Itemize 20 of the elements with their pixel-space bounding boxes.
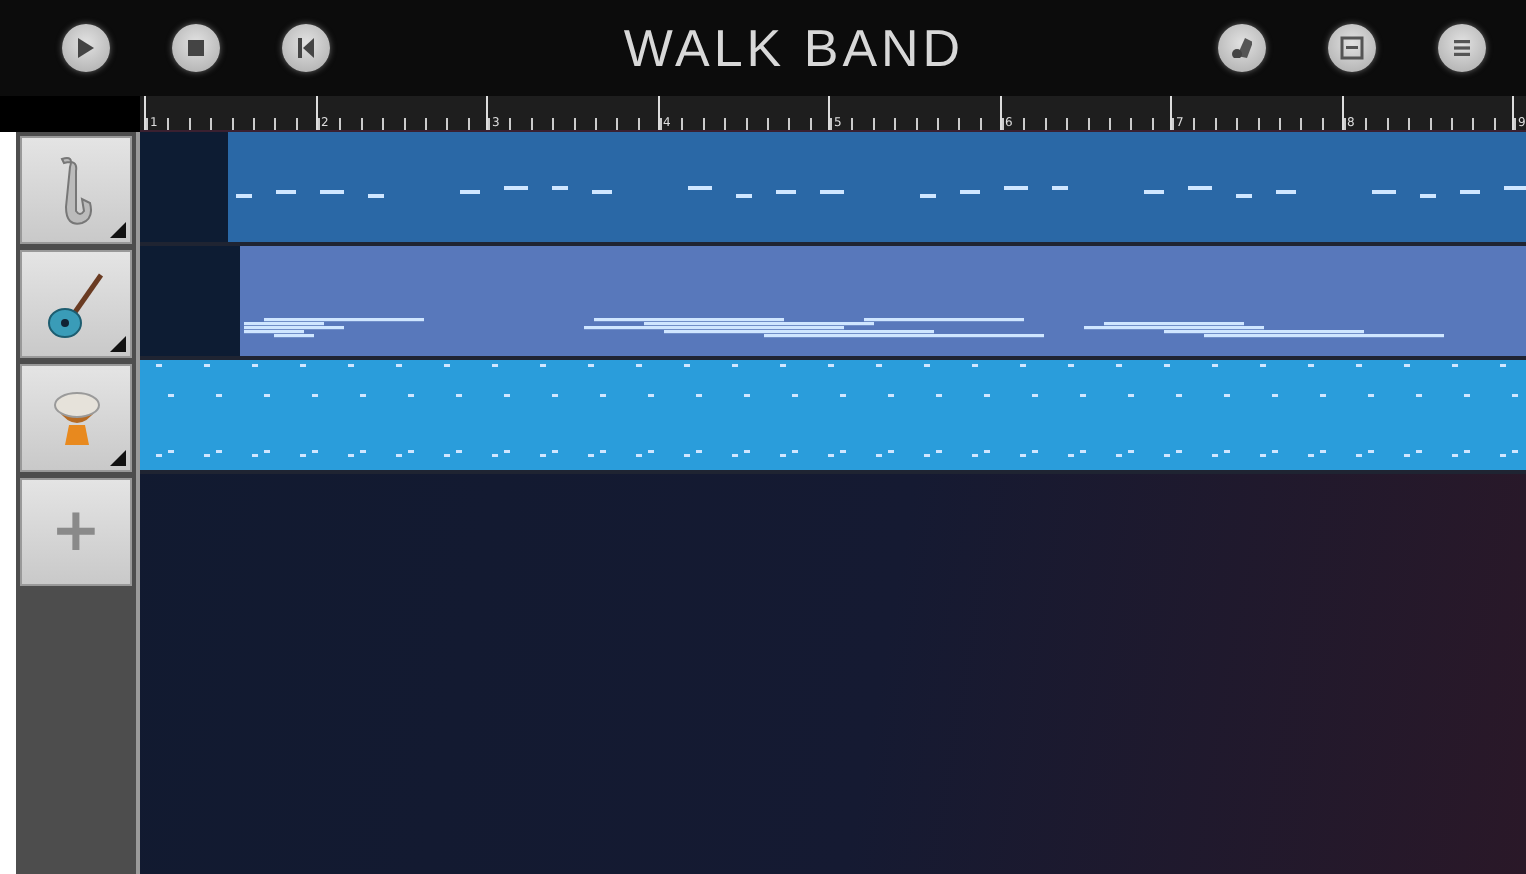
menu-button[interactable]	[1438, 24, 1486, 72]
window-icon	[1340, 36, 1364, 60]
play-button[interactable]	[62, 24, 110, 72]
stop-icon	[188, 40, 204, 56]
app-title: WALK BAND	[623, 17, 965, 79]
list-icon	[1454, 40, 1470, 56]
instrument-button[interactable]	[20, 136, 132, 244]
stop-button[interactable]	[172, 24, 220, 72]
corner-triangle-icon	[110, 336, 126, 352]
editor-button[interactable]	[1328, 24, 1376, 72]
instruments-button[interactable]	[1218, 24, 1266, 72]
rewind-button[interactable]	[282, 24, 330, 72]
saxophone-icon	[60, 154, 92, 226]
rewind-icon	[298, 38, 314, 58]
instrument-button[interactable]	[20, 250, 132, 358]
play-icon	[78, 38, 94, 58]
drum-icon	[53, 391, 99, 445]
guitar-icon	[48, 271, 104, 337]
corner-triangle-icon	[110, 450, 126, 466]
corner-triangle-icon	[110, 222, 126, 238]
